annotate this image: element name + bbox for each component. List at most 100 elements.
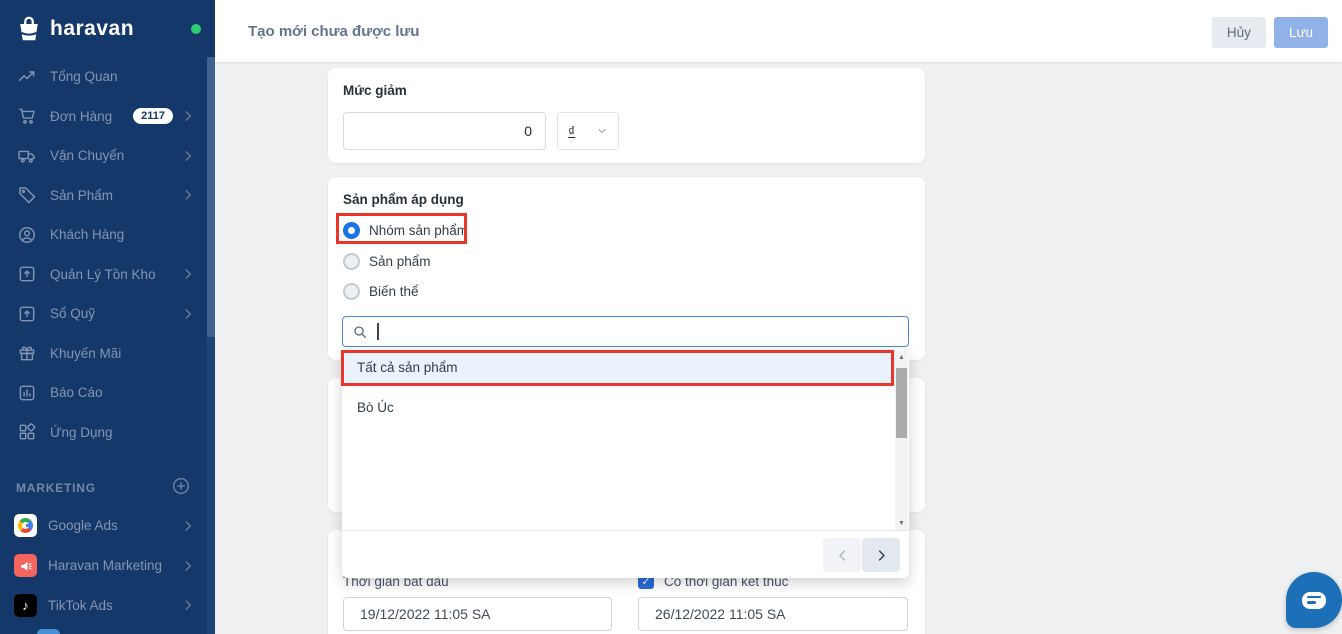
chevron-right-icon — [181, 109, 195, 123]
chevron-right-icon — [181, 598, 195, 612]
discount-card: Mức giảm ₫ — [328, 68, 925, 163]
sidebar-item-ung-dung[interactable]: Ứng Dụng — [0, 413, 207, 453]
sidebar-item-label: Google Ads — [48, 518, 118, 534]
cancel-button[interactable]: Hủy — [1211, 17, 1266, 48]
sidebar-item-label: Vận Chuyển — [50, 148, 125, 164]
sidebar-item-tong-quan[interactable]: Tổng Quan — [0, 57, 207, 97]
main-content: Mức giảm ₫ Sản phẩm áp dụng Nhóm sản phẩ… — [215, 62, 1342, 634]
radio-unselected-icon — [343, 282, 360, 300]
sidebar-item-label: Đơn Hàng — [50, 108, 113, 124]
discount-unit-select[interactable]: ₫ — [557, 112, 619, 150]
chevron-right-icon — [878, 549, 885, 561]
chevron-right-icon — [181, 307, 195, 321]
sidebar-item-haravan-marketing[interactable]: Haravan Marketing — [0, 546, 207, 586]
dropdown-item-label: Bò Úc — [357, 399, 394, 415]
radio-selected-icon — [343, 221, 360, 239]
haravan-bag-icon — [20, 16, 38, 41]
chevron-left-icon — [838, 549, 845, 561]
sidebar-item-quan-ly-ton-kho[interactable]: Quản Lý Tồn Kho — [0, 255, 207, 295]
dropdown-divider — [342, 530, 909, 531]
scroll-down-icon[interactable]: ▼ — [895, 517, 908, 530]
chevron-down-icon — [598, 128, 606, 134]
sidebar-item-label: Khách Hàng — [50, 227, 125, 243]
sidebar-item-san-pham[interactable]: Sản Phẩm — [0, 176, 207, 216]
megaphone-icon — [14, 554, 37, 578]
pagination — [823, 538, 900, 572]
radio-unselected-icon — [343, 252, 360, 270]
chat-icon — [1302, 591, 1326, 609]
sidebar-scroll-thumb[interactable] — [207, 57, 215, 337]
dropdown-item-label: Tất cả sản phẩm — [357, 359, 458, 375]
brand-logo[interactable]: haravan — [0, 0, 215, 58]
scroll-up-icon[interactable]: ▲ — [895, 351, 908, 364]
sidebar-item-label: Sản Phẩm — [50, 187, 114, 203]
sidebar: haravan Tổng Quan Đơn Hàng 2117 Vận Chuy… — [0, 0, 215, 634]
inventory-icon — [16, 263, 38, 285]
tag-icon — [16, 184, 38, 206]
add-channel-button[interactable] — [171, 476, 191, 501]
sidebar-item-khuyen-mai[interactable]: Khuyến Mãi — [0, 334, 207, 374]
sidebar-item-label: Ứng Dụng — [50, 424, 113, 440]
report-icon — [16, 382, 38, 404]
radio-nhom-san-pham[interactable]: Nhóm sản phẩm — [343, 218, 468, 242]
google-icon — [14, 514, 37, 538]
discount-label: Mức giảm — [343, 83, 407, 98]
sidebar-nav: Tổng Quan Đơn Hàng 2117 Vận Chuyển Sản P… — [0, 57, 207, 625]
brand-name: haravan — [50, 17, 135, 40]
cashbox-icon — [16, 303, 38, 325]
marketing-section-header: MARKETING — [0, 470, 207, 506]
radio-label: Biến thể — [369, 283, 419, 299]
sidebar-item-bao-cao[interactable]: Báo Cáo — [0, 373, 207, 413]
dropdown-item-all-products[interactable]: Tất cả sản phẩm — [342, 350, 895, 384]
chat-widget-button[interactable] — [1286, 572, 1342, 628]
collection-dropdown: Tất cả sản phẩm Bò Úc ▲ ▼ — [341, 350, 909, 578]
products-card: Sản phẩm áp dụng Nhóm sản phẩm Sản phẩm … — [328, 177, 925, 360]
collection-search-input[interactable] — [382, 317, 899, 346]
app-screen: haravan Tổng Quan Đơn Hàng 2117 Vận Chuy… — [0, 0, 1342, 634]
radio-label: Sản phẩm — [369, 253, 431, 269]
page-title: Tạo mới chưa được lưu — [248, 22, 420, 40]
dropdown-scroll-thumb[interactable] — [896, 368, 907, 438]
status-dot — [191, 24, 201, 34]
radio-label: Nhóm sản phẩm — [369, 222, 469, 238]
sidebar-item-so-quy[interactable]: Sổ Quỹ — [0, 294, 207, 334]
sidebar-item-google-ads[interactable]: Google Ads — [0, 506, 207, 546]
apps-icon — [16, 421, 38, 443]
chevron-right-icon — [181, 188, 195, 202]
marketing-section-label: MARKETING — [16, 481, 96, 495]
end-date-input[interactable] — [638, 597, 908, 631]
prev-page-button[interactable] — [823, 538, 861, 572]
sidebar-item-label: Haravan Marketing — [48, 558, 163, 574]
partial-app-icon — [37, 629, 60, 634]
chevron-right-icon — [181, 149, 195, 163]
sidebar-item-tiktok-ads[interactable]: ♪ TikTok Ads — [0, 585, 207, 625]
radio-bien-the[interactable]: Biến thể — [343, 279, 419, 303]
cart-icon — [16, 105, 38, 127]
chevron-right-icon — [181, 559, 195, 573]
next-page-button[interactable] — [862, 538, 900, 572]
sidebar-item-khach-hang[interactable]: Khách Hàng — [0, 215, 207, 255]
sidebar-item-label: Báo Cáo — [50, 385, 103, 401]
start-date-input[interactable] — [343, 597, 612, 631]
orders-count-badge: 2117 — [133, 108, 173, 125]
sidebar-item-label: Khuyến Mãi — [50, 345, 122, 361]
sidebar-item-van-chuyen[interactable]: Vận Chuyển — [0, 136, 207, 176]
products-heading: Sản phẩm áp dụng — [343, 192, 464, 207]
radio-san-pham[interactable]: Sản phẩm — [343, 249, 431, 273]
chevron-right-icon — [181, 519, 195, 533]
save-button[interactable]: Lưu — [1273, 17, 1328, 48]
discount-unit-value: ₫ — [568, 123, 576, 139]
collection-search-box[interactable] — [342, 316, 909, 347]
sidebar-item-label: Tổng Quan — [50, 69, 118, 85]
chevron-right-icon — [181, 267, 195, 281]
tiktok-icon: ♪ — [14, 593, 37, 617]
sidebar-item-don-hang[interactable]: Đơn Hàng 2117 — [0, 97, 207, 137]
dropdown-scrollbar[interactable]: ▲ ▼ — [895, 351, 908, 530]
sidebar-item-label: Sổ Quỹ — [50, 306, 96, 322]
sidebar-item-label: TikTok Ads — [48, 597, 113, 613]
search-icon — [354, 325, 366, 338]
text-caret — [377, 323, 379, 340]
topbar: Tạo mới chưa được lưu Hủy Lưu — [215, 0, 1342, 62]
dropdown-item-bo-uc[interactable]: Bò Úc — [342, 390, 895, 424]
discount-amount-input[interactable] — [343, 112, 546, 150]
